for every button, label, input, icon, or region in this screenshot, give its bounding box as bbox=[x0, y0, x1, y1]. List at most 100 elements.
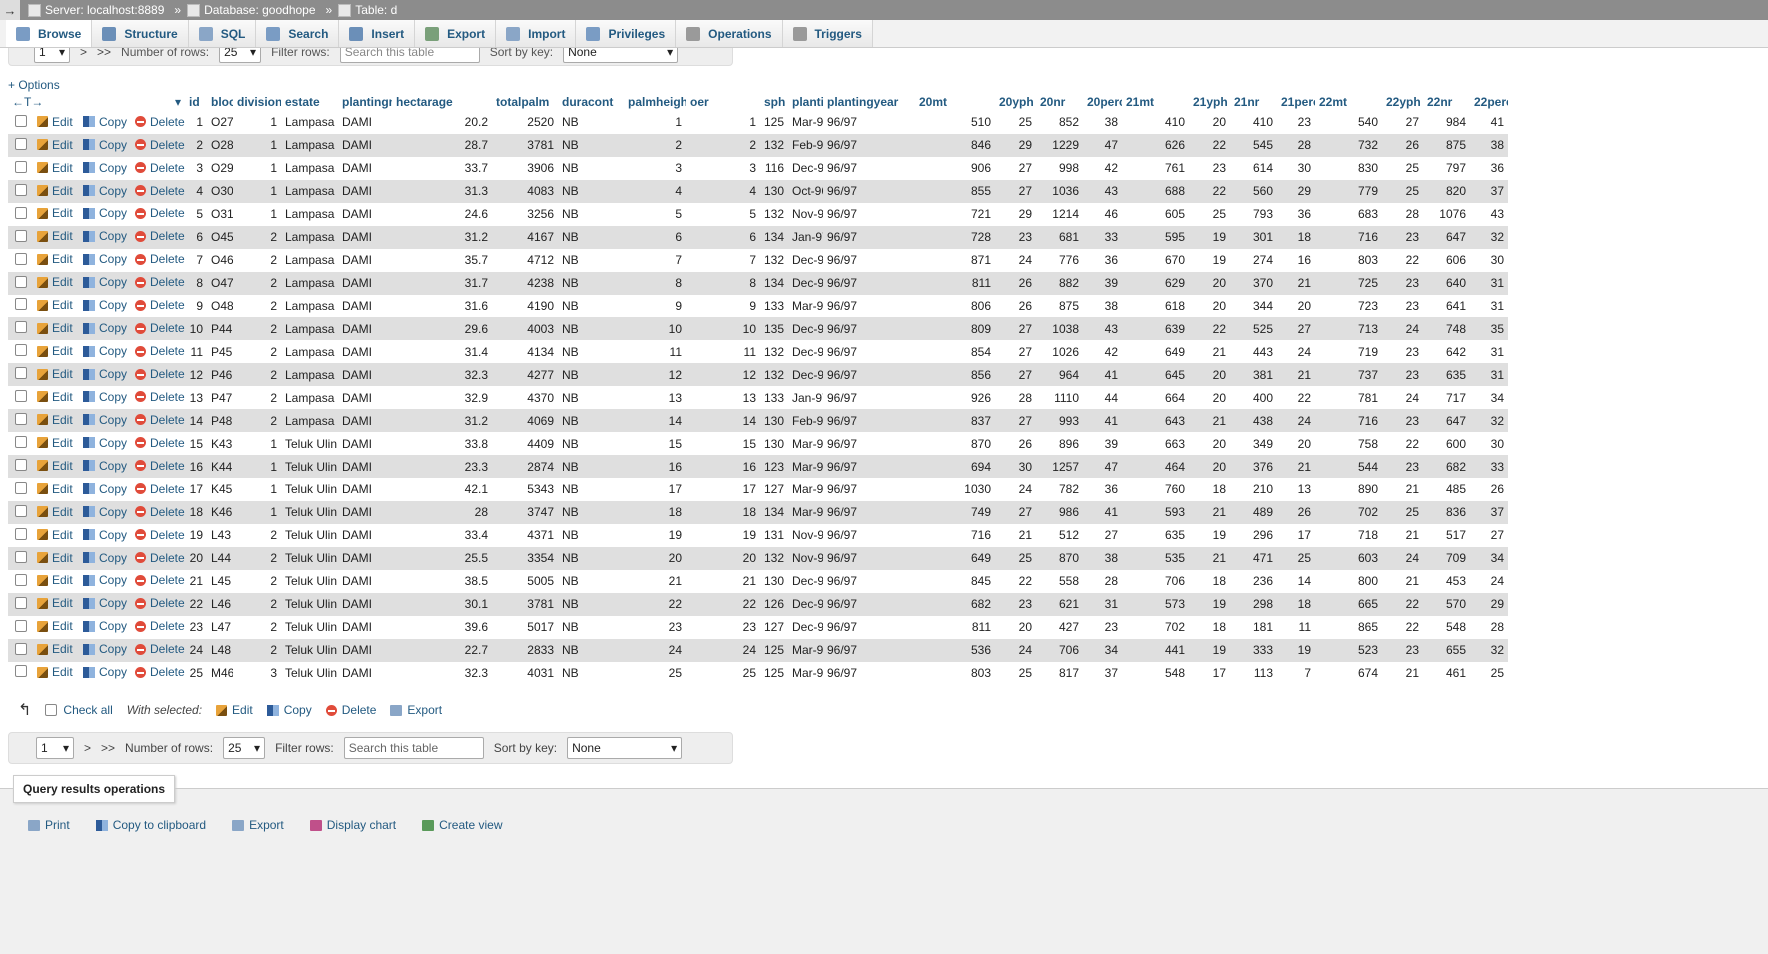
row-checkbox[interactable] bbox=[14, 573, 27, 586]
row-copy-button[interactable]: Copy bbox=[83, 184, 127, 198]
column-header-22percent[interactable]: 22percent bbox=[1470, 92, 1508, 111]
cell-22mt[interactable]: 713 bbox=[1315, 317, 1382, 341]
cell-totalpalm[interactable]: 4277 bbox=[492, 363, 558, 387]
cell-22yph[interactable]: 25 bbox=[1382, 156, 1423, 180]
row-copy-button[interactable]: Copy bbox=[83, 115, 127, 129]
cell-21mt[interactable]: 702 bbox=[1122, 615, 1189, 639]
cell-id[interactable]: 19 bbox=[185, 523, 207, 547]
cell-sph[interactable]: 132 bbox=[760, 363, 788, 387]
cell-oer[interactable]: 25 bbox=[686, 661, 760, 685]
cell-oer[interactable]: 6 bbox=[686, 225, 760, 249]
cell-estate[interactable]: Lampasa bbox=[281, 294, 338, 318]
row-delete-button[interactable]: Delete bbox=[135, 413, 185, 427]
cell-duracont[interactable]: NB bbox=[558, 546, 624, 570]
cell-id[interactable]: 13 bbox=[185, 386, 207, 410]
cell-palmheight[interactable]: 25 bbox=[624, 661, 686, 685]
cell-22mt[interactable]: 716 bbox=[1315, 225, 1382, 249]
cell-20yph[interactable]: 27 bbox=[995, 179, 1036, 203]
cell-20mt[interactable]: 803 bbox=[915, 661, 995, 685]
cell-oer[interactable]: 21 bbox=[686, 569, 760, 593]
cell-sph[interactable]: 132 bbox=[760, 546, 788, 570]
cell-estate[interactable]: Lampasa bbox=[281, 363, 338, 387]
cell-20mt[interactable]: 837 bbox=[915, 409, 995, 433]
row-copy-button[interactable]: Copy bbox=[83, 206, 127, 220]
cell-sph[interactable]: 131 bbox=[760, 523, 788, 547]
cell-21nr[interactable]: 400 bbox=[1230, 386, 1277, 410]
cell-21mt[interactable]: 663 bbox=[1122, 432, 1189, 456]
cell-20nr[interactable]: 1110 bbox=[1036, 386, 1083, 410]
cell-block[interactable]: P44 bbox=[207, 317, 233, 341]
cell-plantingmonth[interactable]: Dec-96 bbox=[788, 592, 823, 616]
cell-20yph[interactable]: 23 bbox=[995, 225, 1036, 249]
cell-id[interactable]: 17 bbox=[185, 478, 207, 501]
cell-21percent[interactable]: 14 bbox=[1277, 569, 1315, 593]
cell-21mt[interactable]: 649 bbox=[1122, 340, 1189, 364]
row-edit-button[interactable]: Edit bbox=[37, 528, 73, 542]
row-copy-button[interactable]: Copy bbox=[83, 551, 127, 565]
row-edit-button[interactable]: Edit bbox=[37, 344, 73, 358]
cell-estate[interactable]: Lampasa bbox=[281, 133, 338, 157]
cell-22mt[interactable]: 719 bbox=[1315, 340, 1382, 364]
cell-21percent[interactable]: 11 bbox=[1277, 615, 1315, 639]
cell-20percent[interactable]: 39 bbox=[1083, 432, 1122, 456]
cell-21nr[interactable]: 349 bbox=[1230, 432, 1277, 456]
cell-plantingmaterial[interactable]: DAMI bbox=[338, 363, 392, 387]
cell-22mt[interactable]: 779 bbox=[1315, 179, 1382, 203]
cell-block[interactable]: L48 bbox=[207, 638, 233, 662]
row-edit-button[interactable]: Edit bbox=[37, 619, 73, 633]
cell-duracont[interactable]: NB bbox=[558, 615, 624, 639]
row-checkbox[interactable] bbox=[14, 275, 27, 288]
cell-plantingmonth[interactable]: Mar-97 bbox=[788, 455, 823, 478]
cell-estate[interactable]: Teluk Ulin bbox=[281, 661, 338, 685]
cell-plantingmonth[interactable]: Dec-96 bbox=[788, 271, 823, 295]
cell-21mt[interactable]: 761 bbox=[1122, 156, 1189, 180]
cell-20nr[interactable]: 852 bbox=[1036, 111, 1083, 134]
cell-22percent[interactable]: 30 bbox=[1470, 432, 1508, 456]
cell-duracont[interactable]: NB bbox=[558, 271, 624, 295]
cell-duracont[interactable]: NB bbox=[558, 202, 624, 226]
cell-totalpalm[interactable]: 3781 bbox=[492, 133, 558, 157]
cell-estate[interactable]: Lampasa bbox=[281, 248, 338, 272]
column-header-21yph[interactable]: 21yph bbox=[1189, 92, 1230, 111]
cell-21yph[interactable]: 19 bbox=[1189, 225, 1230, 249]
cell-22nr[interactable]: 836 bbox=[1423, 500, 1470, 524]
cell-21yph[interactable]: 19 bbox=[1189, 592, 1230, 616]
row-checkbox[interactable] bbox=[14, 596, 27, 609]
cell-plantingmonth[interactable]: Nov-96 bbox=[788, 546, 823, 570]
cell-21percent[interactable]: 21 bbox=[1277, 363, 1315, 387]
cell-plantingyear[interactable]: 96/97 bbox=[823, 432, 915, 456]
cell-id[interactable]: 24 bbox=[185, 638, 207, 662]
cell-estate[interactable]: Lampasa bbox=[281, 386, 338, 410]
row-delete-button[interactable]: Delete bbox=[135, 528, 185, 542]
cell-21percent[interactable]: 25 bbox=[1277, 546, 1315, 570]
column-header-plantingmonth[interactable]: plantingmonth bbox=[788, 92, 823, 111]
cell-palmheight[interactable]: 10 bbox=[624, 317, 686, 341]
cell-division[interactable]: 2 bbox=[233, 638, 281, 662]
cell-block[interactable]: K45 bbox=[207, 478, 233, 501]
row-edit-button[interactable]: Edit bbox=[37, 482, 73, 496]
column-header-palmheight[interactable]: palmheight bbox=[624, 92, 686, 111]
cell-22mt[interactable]: 865 bbox=[1315, 615, 1382, 639]
cell-22nr[interactable]: 635 bbox=[1423, 363, 1470, 387]
cell-plantingmaterial[interactable]: DAMI bbox=[338, 546, 392, 570]
cell-plantingyear[interactable]: 96/97 bbox=[823, 523, 915, 547]
cell-22mt[interactable]: 758 bbox=[1315, 432, 1382, 456]
row-checkbox[interactable] bbox=[14, 413, 27, 426]
cell-plantingyear[interactable]: 96/97 bbox=[823, 615, 915, 639]
tab-search[interactable]: Search bbox=[256, 20, 340, 47]
cell-hectarage[interactable]: 20.2 bbox=[392, 111, 492, 134]
cell-20nr[interactable]: 1026 bbox=[1036, 340, 1083, 364]
cell-totalpalm[interactable]: 2833 bbox=[492, 638, 558, 662]
cell-plantingmaterial[interactable]: DAMI bbox=[338, 225, 392, 249]
cell-palmheight[interactable]: 8 bbox=[624, 271, 686, 295]
cell-21nr[interactable]: 376 bbox=[1230, 455, 1277, 478]
cell-21percent[interactable]: 26 bbox=[1277, 500, 1315, 524]
cell-20mt[interactable]: 855 bbox=[915, 179, 995, 203]
cell-21percent[interactable]: 23 bbox=[1277, 111, 1315, 134]
cell-21mt[interactable]: 548 bbox=[1122, 661, 1189, 685]
cell-20mt[interactable]: 536 bbox=[915, 638, 995, 662]
row-copy-button[interactable]: Copy bbox=[83, 390, 127, 404]
cell-estate[interactable]: Lampasa bbox=[281, 340, 338, 364]
cell-20mt[interactable]: 1030 bbox=[915, 478, 995, 501]
next-page-button-bottom[interactable]: > bbox=[84, 741, 91, 755]
